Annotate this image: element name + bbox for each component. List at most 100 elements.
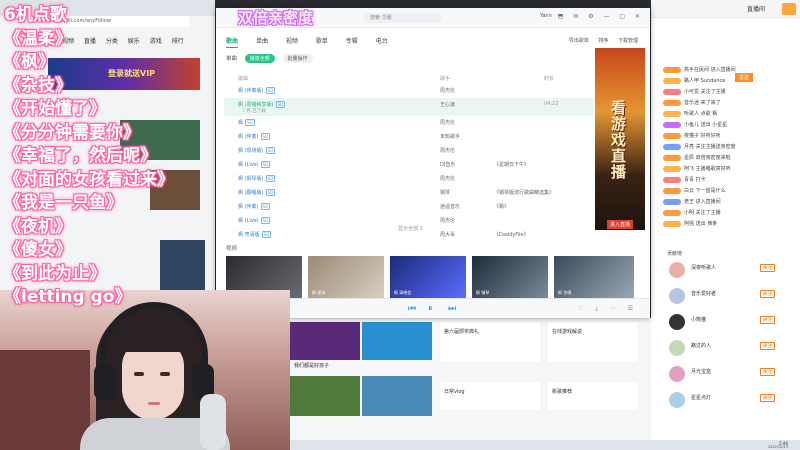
chat-user[interactable]: 高手在民间 (684, 67, 709, 73)
fan-list-item[interactable]: 星星点灯 关注 (669, 392, 789, 416)
tab-songs[interactable]: 歌曲 (226, 38, 239, 48)
follow-fan-button[interactable]: 关注 (760, 394, 775, 402)
chat-user[interactable]: 老王 (684, 199, 694, 205)
tab-video[interactable]: 视频 (286, 38, 298, 45)
song-artist[interactable]: 周杰伦 (440, 175, 490, 182)
search-input[interactable]: 搜索 华晨 (364, 13, 442, 23)
follow-fan-button[interactable]: 关注 (760, 316, 775, 324)
video-thumbnail[interactable] (362, 376, 432, 416)
chat-user[interactable]: 小可爱 (684, 89, 699, 95)
heart-icon[interactable]: ♡ (230, 203, 234, 209)
heart-icon[interactable]: ♡ (230, 101, 234, 107)
chat-user[interactable]: 小明 (684, 210, 694, 216)
song-artist[interactable]: 未知歌手 (440, 133, 490, 140)
table-row[interactable]: ♡ 枫 SQ 周杰伦 (224, 116, 594, 130)
avatar[interactable] (669, 392, 685, 408)
table-row[interactable]: ♡ 枫 (伴奏) SQ 逍遥音乐 《枫》 (224, 200, 594, 214)
heart-icon[interactable]: ♡ (230, 217, 234, 223)
chat-user[interactable]: 音乐迷 (684, 100, 699, 106)
fan-list-item[interactable]: 月光宝盒 关注 (669, 366, 789, 390)
batch-button[interactable]: 批量操作 (282, 54, 313, 63)
song-artist[interactable]: 王心凌 (440, 101, 490, 108)
tab-single[interactable]: 单曲 (256, 38, 268, 45)
heart-icon[interactable]: ♡ (230, 161, 234, 167)
chat-user[interactable]: 阿强 (684, 221, 694, 227)
heart-icon[interactable]: ♡ (230, 189, 234, 195)
chat-user[interactable]: 阿飞 (684, 166, 694, 172)
table-row[interactable]: ♡ 枫 (现场版) SQ 周杰伦 (224, 144, 594, 158)
avatar[interactable] (669, 314, 685, 330)
mv-card[interactable]: 枫 合唱 (554, 256, 634, 298)
fan-list-item[interactable]: 深夜听歌人 关注 (669, 262, 789, 286)
fan-list-item[interactable]: 音乐爱好者 关注 (669, 288, 789, 312)
table-row[interactable]: ♡ 枫 (Live) SQ DJ音乐 《星期日下午》 (224, 158, 594, 172)
song-artist[interactable]: 钢琴 (440, 189, 490, 196)
song-artist[interactable]: 逍遥音乐 (440, 203, 490, 210)
video-thumbnail[interactable] (362, 322, 432, 360)
tab-playlist[interactable]: 歌单 (316, 38, 328, 45)
heart-icon[interactable]: ♡ (230, 87, 234, 93)
heart-icon[interactable]: ♡ (230, 231, 234, 237)
fan-list-item[interactable]: 路过的人 关注 (669, 340, 789, 364)
avatar[interactable] (669, 366, 685, 382)
song-artist[interactable]: 周杰伦 (440, 217, 490, 224)
next-icon[interactable]: ⏭ (448, 304, 456, 314)
song-artist[interactable]: DJ音乐 (440, 161, 490, 168)
previous-icon[interactable]: ⏮ (408, 304, 416, 314)
mv-card[interactable]: 枫 演唱会 (390, 256, 466, 298)
video-thumbnail[interactable] (290, 376, 360, 416)
table-row[interactable]: ♡ 枫 (原唱纯享版) SQ 王心凌 04:22 7 月 已下载 (224, 98, 594, 116)
heart-icon[interactable]: ♡ (230, 147, 234, 153)
show-all-link[interactable]: 显示全部 1 (398, 225, 423, 232)
song-artist[interactable]: 周大哥 (440, 231, 490, 238)
chat-user[interactable]: 听歌人 (684, 111, 699, 117)
chat-user[interactable]: 青青 (684, 177, 694, 183)
follow-fan-button[interactable]: 关注 (760, 342, 775, 350)
follow-fan-button[interactable]: 关注 (760, 368, 775, 376)
avatar[interactable] (669, 262, 685, 278)
table-row[interactable]: ♡ 枫 (伴奏) SQ 未知歌手 (224, 130, 594, 144)
heart-icon[interactable]: ♡ (230, 119, 234, 125)
song-album[interactable]: 《枫》 (494, 203, 554, 210)
table-row[interactable]: ♡ 枫 (伴奏版) SQ 周杰伦 (224, 84, 594, 98)
ad-banner[interactable]: 看游戏直播 进入直播 (595, 48, 645, 230)
video-thumbnail[interactable] (290, 322, 360, 360)
tab-radio[interactable]: 电台 (376, 38, 388, 45)
mv-card[interactable]: 枫 现场 (308, 256, 384, 298)
heart-icon[interactable]: ♡ (230, 175, 234, 181)
chat-user[interactable]: 小鱼儿 (684, 122, 699, 128)
song-album[interactable]: 《钢琴版流行歌曲精选集》 (494, 189, 554, 196)
user-name[interactable]: Yann (540, 13, 552, 19)
song-album[interactable]: 《DaddyFile》 (494, 231, 554, 238)
follow-fan-button[interactable]: 关注 (760, 264, 775, 272)
sort-button[interactable]: 排序 (598, 38, 608, 44)
feed-card[interactable] (440, 382, 540, 410)
avatar[interactable] (669, 340, 685, 356)
follow-button[interactable] (782, 3, 796, 15)
fan-list-item[interactable]: 小熊猫 关注 (669, 314, 789, 338)
chat-user[interactable]: 白云 (684, 188, 694, 194)
table-row[interactable]: ♡ 枫 (翻唱版) SQ 钢琴 《钢琴版流行歌曲精选集》 (224, 186, 594, 200)
chat-user[interactable]: 星辰 (684, 155, 694, 161)
feed-card[interactable] (548, 382, 638, 410)
follow-fan-button[interactable]: 关注 (760, 290, 775, 298)
heart-icon[interactable]: ♡ (230, 133, 234, 139)
song-album[interactable]: 《星期日下午》 (494, 161, 554, 168)
song-artist[interactable]: 周杰伦 (440, 147, 490, 154)
ad-button[interactable]: 进入直播 (607, 220, 634, 229)
avatar[interactable] (669, 288, 685, 304)
mv-card[interactable]: 枫 钢琴 (472, 256, 548, 298)
chat-user[interactable]: 夜猫子 (684, 133, 699, 139)
download-manager-button[interactable]: 下载管理 (618, 38, 638, 44)
song-artist[interactable]: 周杰伦 (440, 119, 490, 126)
chat-user[interactable]: 路人甲 (684, 78, 699, 84)
play-all-button[interactable]: 播放全部 (244, 54, 275, 63)
export-button[interactable]: 导出歌单 (569, 38, 589, 44)
tab-album[interactable]: 专辑 (346, 38, 358, 45)
chat-user[interactable]: 月亮 (684, 144, 694, 150)
table-row[interactable]: ♡ 枫 (钢琴版) SQ 周杰伦 (224, 172, 594, 186)
song-artist[interactable]: 周杰伦 (440, 87, 490, 94)
playback-extra-controls[interactable]: ♡ ⤓ ⋯ ☰ (578, 305, 638, 313)
pause-icon[interactable]: ⏸ (428, 304, 433, 314)
window-controls[interactable]: ⬒ ✉ ⚙ — ▢ ✕ (558, 13, 644, 20)
